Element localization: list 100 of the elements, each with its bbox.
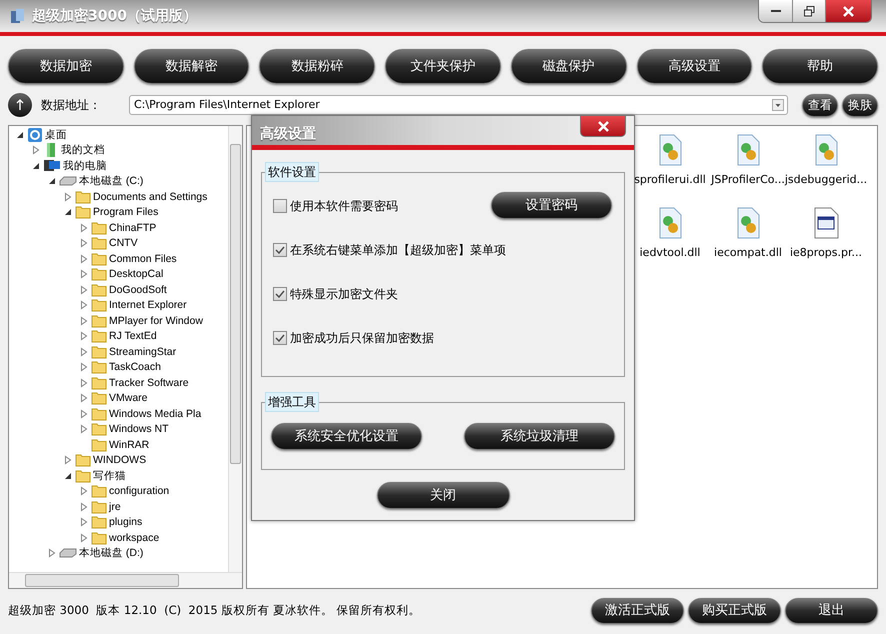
tree-item[interactable]: TaskCoach xyxy=(109,360,161,374)
expand-arrow-icon[interactable] xyxy=(79,300,89,310)
tree-item[interactable]: StreamingStar xyxy=(109,344,176,359)
expand-arrow-icon[interactable] xyxy=(79,222,89,233)
tree-item[interactable]: WINDOWS xyxy=(93,453,146,468)
tree-item[interactable]: RJ TextEd xyxy=(109,329,157,344)
tree-item[interactable]: 写作猫 xyxy=(93,468,126,483)
tree-item[interactable]: 桌面 xyxy=(45,128,67,142)
checkbox[interactable] xyxy=(273,198,287,212)
close-button[interactable] xyxy=(580,116,626,137)
checkbox-label[interactable]: 在系统右键菜单添加【超级加密】菜单项 xyxy=(290,240,506,258)
status-button[interactable]: 激活正式版 xyxy=(591,598,684,624)
tree-item[interactable]: Common Files xyxy=(109,252,177,266)
expand-arrow-icon[interactable] xyxy=(47,548,57,558)
tree-item[interactable]: Windows Media Pla xyxy=(109,406,202,421)
toolbar-button[interactable]: 高级设置 xyxy=(636,49,752,84)
expand-arrow-icon[interactable] xyxy=(79,486,89,496)
folder-icon xyxy=(91,515,107,530)
expand-arrow-icon[interactable] xyxy=(79,502,89,512)
toolbar-button[interactable]: 磁盘保护 xyxy=(510,49,627,84)
tree-item[interactable]: 我的电脑 xyxy=(63,158,107,173)
checkbox[interactable] xyxy=(273,330,287,344)
tree-item[interactable]: 本地磁盘 (D:) xyxy=(79,546,144,560)
folder-icon xyxy=(91,282,107,297)
tree-item[interactable]: Windows NT xyxy=(109,422,169,436)
toolbar-button[interactable]: 查看 xyxy=(802,94,838,116)
tree-item[interactable]: Tracker Software xyxy=(109,376,189,390)
tree-item[interactable]: VMware xyxy=(109,391,148,406)
tree-item[interactable]: jre xyxy=(109,500,121,514)
tree-item[interactable]: WinRAR xyxy=(109,438,150,452)
expand-arrow-icon[interactable] xyxy=(79,284,89,295)
address-field[interactable]: C:\Program Files\Internet Explorer xyxy=(129,95,788,115)
expand-arrow-icon[interactable] xyxy=(79,346,89,357)
tree-item[interactable]: Program Files xyxy=(93,205,158,220)
expand-arrow-icon[interactable] xyxy=(79,378,89,388)
close-button[interactable] xyxy=(825,0,871,22)
expand-arrow-icon[interactable] xyxy=(79,424,89,434)
checkbox[interactable] xyxy=(273,286,287,300)
expand-arrow-icon[interactable] xyxy=(79,517,89,528)
toolbar-button[interactable]: 数据解密 xyxy=(134,49,250,84)
close-dialog-button[interactable]: 关闭 xyxy=(376,482,510,509)
dropdown-icon[interactable] xyxy=(772,99,784,111)
expand-arrow-icon[interactable] xyxy=(63,192,73,202)
file-name[interactable]: jsdebuggerid... xyxy=(784,172,868,188)
toolbar-button[interactable]: 帮助 xyxy=(762,49,878,84)
expand-arrow-icon[interactable] xyxy=(79,331,89,342)
expand-arrow-icon[interactable] xyxy=(79,316,89,326)
tree-item[interactable]: Internet Explorer xyxy=(109,298,187,312)
tree-item[interactable]: 我的文档 xyxy=(61,143,105,158)
minimize-button[interactable] xyxy=(759,0,792,22)
tree-item[interactable]: 本地磁盘 (C:) xyxy=(79,174,144,188)
set-password-button[interactable]: 设置密码 xyxy=(491,192,612,219)
collapse-arrow-icon[interactable] xyxy=(63,207,73,218)
toolbar-button[interactable]: 文件夹保护 xyxy=(385,49,501,84)
tree-item[interactable]: plugins xyxy=(109,515,142,530)
file-name[interactable]: ie8props.pr... xyxy=(790,244,862,261)
checkbox-label[interactable]: 特殊显示加密文件夹 xyxy=(290,284,398,302)
tree-item[interactable]: DoGoodSoft xyxy=(109,282,167,297)
folder-icon xyxy=(91,422,107,436)
expand-arrow-icon[interactable] xyxy=(79,254,89,264)
expand-arrow-icon[interactable] xyxy=(79,408,89,419)
tree-item[interactable]: MPlayer for Window xyxy=(109,314,203,328)
scroll-thumb[interactable] xyxy=(230,144,241,464)
up-button[interactable] xyxy=(8,93,32,117)
checkbox-label[interactable]: 加密成功后只保留加密数据 xyxy=(290,328,434,346)
expand-arrow-icon[interactable] xyxy=(79,269,89,280)
collapse-arrow-icon[interactable] xyxy=(47,176,57,186)
scroll-thumb[interactable] xyxy=(25,574,179,587)
tool-button[interactable]: 系统垃圾清理 xyxy=(464,423,615,450)
toolbar-button[interactable]: 数据粉碎 xyxy=(259,49,376,84)
collapse-arrow-icon[interactable] xyxy=(63,470,73,481)
expand-arrow-icon[interactable] xyxy=(79,362,89,372)
folder-icon xyxy=(75,453,91,468)
tool-button[interactable]: 系统安全优化设置 xyxy=(271,423,422,450)
tree-item[interactable]: configuration xyxy=(109,484,170,498)
collapse-arrow-icon[interactable] xyxy=(15,130,25,140)
horizontal-scrollbar[interactable] xyxy=(9,572,242,588)
tree-item[interactable]: ChinaFTP xyxy=(109,220,156,235)
tree-item[interactable]: Documents and Settings xyxy=(93,190,208,204)
tree-item[interactable]: CNTV xyxy=(109,236,138,250)
maximize-button[interactable] xyxy=(792,0,825,22)
toolbar-button[interactable]: 换肤 xyxy=(842,94,878,116)
status-button[interactable]: 退出 xyxy=(785,598,878,624)
checkbox-label[interactable]: 使用本软件需要密码 xyxy=(290,196,398,214)
expand-arrow-icon[interactable] xyxy=(79,238,89,248)
file-name[interactable]: iedvtool.dll xyxy=(640,244,700,261)
file-name[interactable]: JSProfilerCo... xyxy=(711,172,785,188)
expand-arrow-icon[interactable] xyxy=(31,145,41,156)
vertical-scrollbar[interactable] xyxy=(228,126,242,572)
expand-arrow-icon[interactable] xyxy=(79,532,89,543)
expand-arrow-icon[interactable] xyxy=(79,393,89,404)
expand-arrow-icon[interactable] xyxy=(63,455,73,466)
file-name[interactable]: iecompat.dll xyxy=(714,244,782,261)
file-name[interactable]: sprofilerui.dll xyxy=(634,172,706,188)
tree-item[interactable]: workspace xyxy=(109,530,160,545)
tree-item[interactable]: DesktopCal xyxy=(109,267,164,282)
collapse-arrow-icon[interactable] xyxy=(31,160,41,171)
status-button[interactable]: 购买正式版 xyxy=(688,598,781,624)
toolbar-button[interactable]: 数据加密 xyxy=(8,49,124,84)
checkbox[interactable] xyxy=(273,242,287,256)
